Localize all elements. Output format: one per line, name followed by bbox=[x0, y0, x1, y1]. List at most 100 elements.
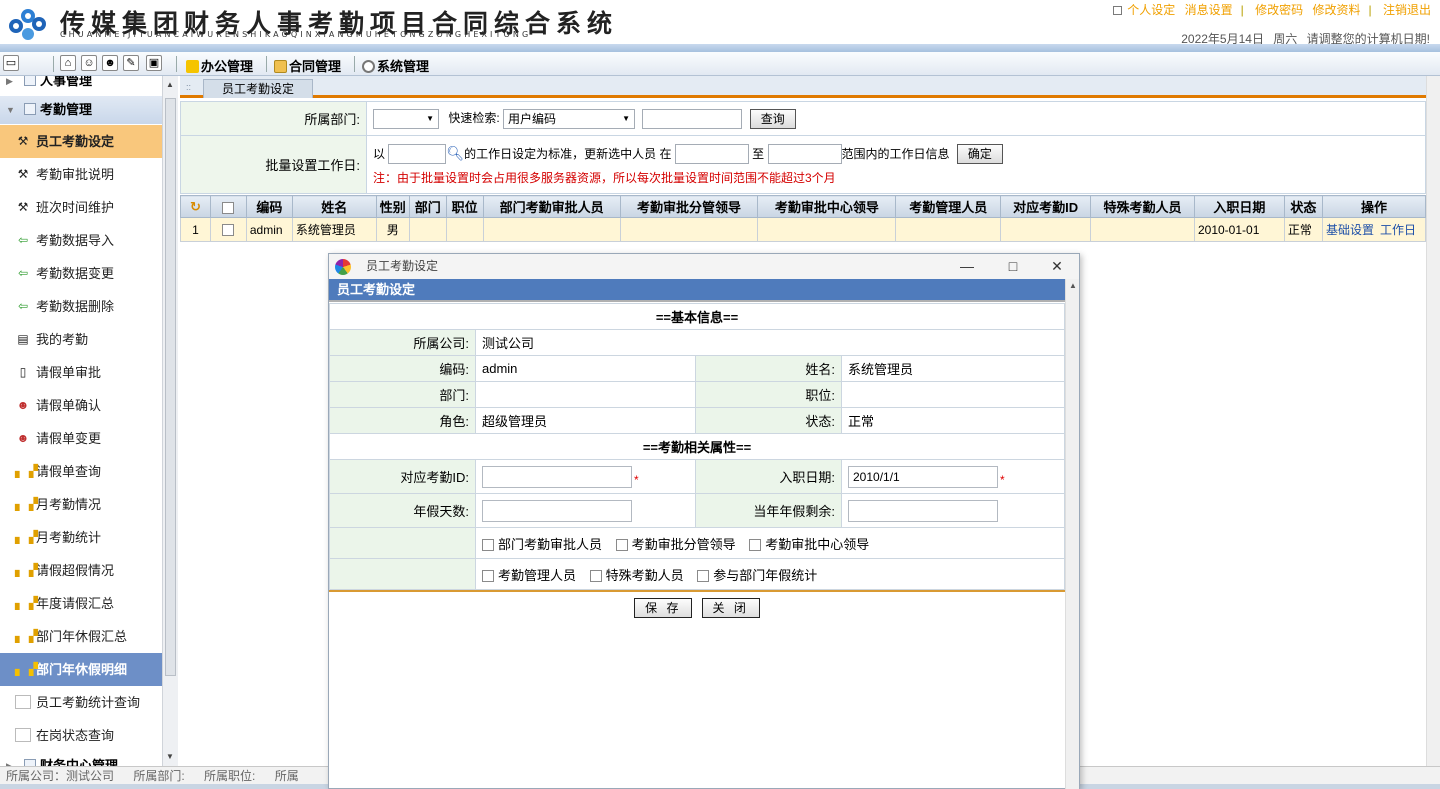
col-special-attendance[interactable]: 特殊考勤人员 bbox=[1090, 195, 1195, 218]
menu-contract[interactable]: 合同管理 bbox=[274, 56, 341, 75]
workday-link[interactable]: 工作日 bbox=[1380, 223, 1416, 237]
nav-item-on-duty-query[interactable]: 在岗状态查询 bbox=[0, 719, 162, 752]
nav-item-annual-leave-summary[interactable]: ▖▗▘ 年度请假汇总 bbox=[0, 587, 162, 620]
screen-icon[interactable]: ▭ bbox=[3, 55, 19, 71]
scroll-up-icon[interactable]: ▲ bbox=[166, 80, 174, 89]
select-all-checkbox[interactable] bbox=[222, 201, 235, 214]
menu-office[interactable]: 办公管理 bbox=[186, 56, 253, 75]
row-checkbox-cell bbox=[209, 217, 247, 242]
quick-search-field-select[interactable]: 用户编码 ▼ bbox=[503, 108, 636, 129]
col-hire-date[interactable]: 入职日期 bbox=[1193, 195, 1285, 218]
edit-icon[interactable]: ✎ bbox=[123, 55, 139, 71]
nav-item-attendance-stat-query[interactable]: 员工考勤统计查询 bbox=[0, 686, 162, 719]
nav-item-overleave[interactable]: ▖▗▘ 请假超假情况 bbox=[0, 554, 162, 587]
nav-item-dept-annual-summary[interactable]: ▖▗▘ 部门年休假汇总 bbox=[0, 620, 162, 653]
col-name[interactable]: 姓名 bbox=[291, 195, 377, 218]
toolbar-divider bbox=[176, 56, 177, 72]
image-icon[interactable]: ▣ bbox=[146, 55, 162, 71]
message-settings-link[interactable]: 消息设置 bbox=[1185, 3, 1233, 17]
col-gender[interactable]: 性别 bbox=[375, 195, 410, 218]
col-position[interactable]: 职位 bbox=[445, 195, 484, 218]
nav-item-monthly-status[interactable]: ▖▗▘ 月考勤情况 bbox=[0, 488, 162, 521]
nav-item-dept-annual-detail[interactable]: ▖▗▘ 部门年休假明细 bbox=[0, 653, 162, 686]
dept-annual-stat-checkbox[interactable]: 参与部门年假统计 bbox=[697, 565, 817, 584]
user-settings-icon bbox=[1113, 6, 1123, 16]
batch-standard-user-input[interactable] bbox=[388, 144, 447, 165]
nav-item-leave-query[interactable]: ▖▗▘ 请假单查询 bbox=[0, 455, 162, 488]
approval-leader-checkbox[interactable]: 考勤审批分管领导 bbox=[615, 534, 736, 553]
col-attendance-manager[interactable]: 考勤管理人员 bbox=[895, 195, 1002, 218]
close-icon[interactable]: ✕ bbox=[1035, 254, 1079, 279]
search-icon[interactable]: 🔍︎ bbox=[446, 145, 464, 161]
tab-employee-attendance-settings[interactable]: 员工考勤设定 bbox=[203, 79, 313, 98]
annual-leave-days-input[interactable] bbox=[482, 499, 632, 522]
user-icon[interactable]: ☺ bbox=[81, 55, 97, 71]
change-password-link[interactable]: 修改密码 bbox=[1255, 3, 1303, 17]
edit-profile-link[interactable]: 修改资料 bbox=[1313, 3, 1361, 17]
quick-search-input[interactable] bbox=[642, 108, 743, 129]
status-position: 所属职位: bbox=[204, 769, 256, 783]
personal-settings-link[interactable]: 个人设定 bbox=[1127, 3, 1175, 17]
scroll-down-icon[interactable]: ▼ bbox=[166, 752, 174, 761]
col-dept-approver[interactable]: 部门考勤审批人员 bbox=[482, 195, 621, 218]
nav-item-approval-instructions[interactable]: ⚒ 考勤审批说明 bbox=[0, 158, 162, 191]
attendance-id-input[interactable] bbox=[482, 465, 632, 488]
batch-workday-label: 批量设置工作日: bbox=[180, 135, 367, 194]
batch-end-date-input[interactable] bbox=[767, 144, 842, 165]
col-attendance-id[interactable]: 对应考勤ID bbox=[1000, 195, 1092, 218]
close-button[interactable]: 关 闭 bbox=[701, 598, 760, 618]
dialog-titlebar[interactable]: 员工考勤设定 — □ ✕ bbox=[329, 254, 1079, 279]
nav-item-data-import[interactable]: ⇦ 考勤数据导入 bbox=[0, 224, 162, 257]
main-scrollbar[interactable] bbox=[1426, 76, 1440, 766]
maximize-icon[interactable]: □ bbox=[991, 254, 1035, 279]
nav-item-shift-time[interactable]: ⚒ 班次时间维护 bbox=[0, 191, 162, 224]
nav-item-my-attendance[interactable]: ▤ 我的考勤 bbox=[0, 323, 162, 356]
scrollbar-thumb[interactable] bbox=[165, 98, 176, 676]
save-button[interactable]: 保 存 bbox=[634, 598, 693, 618]
batch-confirm-button[interactable]: 确定 bbox=[956, 144, 1003, 165]
annual-leave-remaining-input[interactable] bbox=[848, 499, 998, 522]
role-value: 超级管理员 bbox=[475, 407, 696, 434]
nav-group-hr[interactable]: ▶ 人事管理 bbox=[0, 76, 162, 95]
hire-date-input[interactable]: 2010/1/1 bbox=[848, 465, 998, 488]
col-code[interactable]: 编码 bbox=[245, 195, 293, 218]
batch-start-date-input[interactable] bbox=[674, 144, 749, 165]
nav-item-data-change[interactable]: ⇦ 考勤数据变更 bbox=[0, 257, 162, 290]
dept-approver-checkbox[interactable]: 部门考勤审批人员 bbox=[482, 534, 602, 553]
cell-attendance-id bbox=[1000, 217, 1092, 242]
menu-system[interactable]: 系统管理 bbox=[362, 56, 429, 75]
dialog-header: 员工考勤设定 bbox=[329, 279, 1065, 302]
minimize-icon[interactable]: — bbox=[945, 254, 989, 279]
query-button[interactable]: 查询 bbox=[749, 108, 796, 129]
nav-group-attendance[interactable]: ▼ 考勤管理 bbox=[0, 96, 162, 124]
table-row[interactable]: 1 admin 系统管理员 男 2010-01-01 正常 基础设置 工作日 bbox=[180, 217, 1427, 242]
nav-item-monthly-stats[interactable]: ▖▗▘ 月考勤统计 bbox=[0, 521, 162, 554]
annual-leave-days-label: 年假天数: bbox=[329, 493, 476, 528]
col-dept[interactable]: 部门 bbox=[408, 195, 447, 218]
batch-to-text: 至 bbox=[752, 146, 765, 161]
nav-item-employee-attendance-settings[interactable]: ⚒ 员工考勤设定 bbox=[0, 125, 162, 158]
refresh-icon[interactable]: ↻ bbox=[180, 195, 211, 218]
special-attendance-checkbox[interactable]: 特殊考勤人员 bbox=[589, 565, 684, 584]
nav-item-leave-confirm[interactable]: ☻ 请假单确认 bbox=[0, 389, 162, 422]
nav-item-data-delete[interactable]: ⇦ 考勤数据删除 bbox=[0, 290, 162, 323]
nav-group-finance[interactable]: ▶ 财务中心管理 bbox=[0, 752, 162, 766]
col-center-leader[interactable]: 考勤审批中心领导 bbox=[757, 195, 897, 218]
nav-item-leave-change[interactable]: ☻ 请假单变更 bbox=[0, 422, 162, 455]
row-checkbox[interactable] bbox=[222, 224, 235, 237]
app-header: 传媒集团财务人事考勤项目合同综合系统 CHUANMEIJITUANCAIWURE… bbox=[0, 0, 1440, 50]
basic-settings-link[interactable]: 基础设置 bbox=[1326, 223, 1374, 237]
center-leader-checkbox[interactable]: 考勤审批中心领导 bbox=[749, 534, 869, 553]
col-status[interactable]: 状态 bbox=[1283, 195, 1323, 218]
attendance-manager-checkbox[interactable]: 考勤管理人员 bbox=[482, 565, 576, 584]
dialog-scrollbar[interactable]: ▲ bbox=[1065, 279, 1079, 789]
scroll-up-icon[interactable]: ▲ bbox=[1069, 281, 1077, 290]
dept-select[interactable]: ▼ bbox=[373, 108, 439, 129]
nav-scrollbar[interactable]: ▲ ▼ bbox=[162, 76, 178, 766]
logout-link[interactable]: 注销退出 bbox=[1383, 3, 1431, 17]
row-index: 1 bbox=[180, 217, 211, 242]
home-icon[interactable]: ⌂ bbox=[60, 55, 76, 71]
smiley-icon[interactable]: ☻ bbox=[102, 55, 118, 71]
col-approval-leader[interactable]: 考勤审批分管领导 bbox=[619, 195, 759, 218]
nav-item-leave-approval[interactable]: ▯ 请假单审批 bbox=[0, 356, 162, 389]
